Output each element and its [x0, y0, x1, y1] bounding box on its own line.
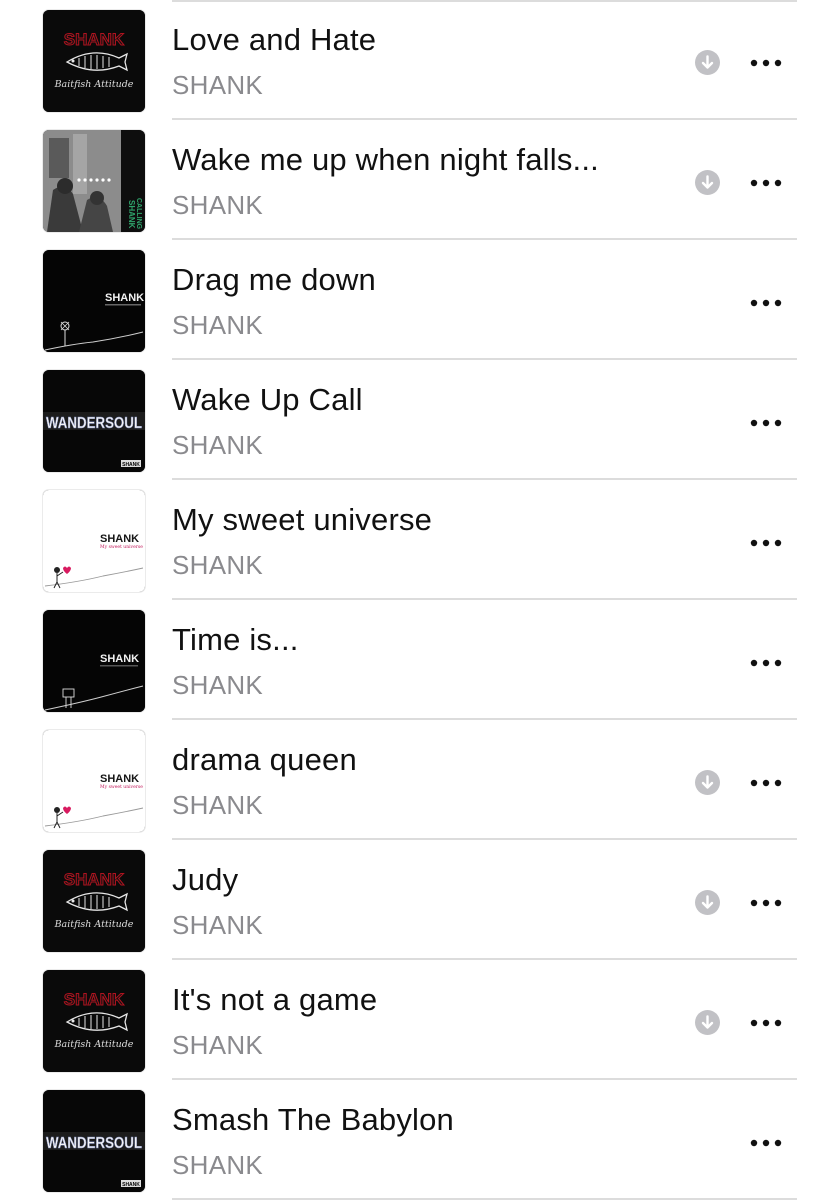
album-art-subtitle: Baitfish Attitude [54, 1039, 134, 1050]
album-artwork[interactable]: SHANK My sweet universe [43, 490, 145, 592]
song-row[interactable]: SHANK Baitfish Attitude Love and Hate SH… [0, 0, 840, 120]
album-artwork[interactable]: SHANK [43, 250, 145, 352]
song-artist: SHANK [172, 790, 264, 820]
more-options-button[interactable] [747, 176, 787, 190]
album-art-wordmark: WANDERSOUL [46, 1135, 142, 1152]
album-art-subtitle: Baitfish Attitude [54, 919, 134, 930]
song-artist: SHANK [172, 190, 264, 220]
song-title: Time is... [172, 622, 299, 657]
album-art-wordmark: SHANK [64, 870, 125, 889]
song-title: My sweet universe [172, 502, 433, 537]
more-options-button[interactable] [747, 776, 787, 790]
song-row[interactable]: SHANK Baitfish Attitude It's not a game … [0, 960, 840, 1080]
album-art-subtitle: Baitfish Attitude [54, 79, 134, 90]
album-artwork[interactable]: WANDERSOUL SHANK [43, 370, 145, 472]
download-icon [695, 1010, 720, 1035]
song-artist: SHANK [172, 910, 264, 940]
song-title: It's not a game [172, 982, 378, 1017]
album-art-wordmark: SHANK [100, 653, 139, 665]
more-options-button[interactable] [747, 56, 787, 70]
more-options-icon [747, 56, 787, 70]
more-options-icon [747, 1136, 787, 1150]
song-artist: SHANK [172, 670, 264, 700]
song-row[interactable]: SHANK CALLING Wake me up when night fall… [0, 120, 840, 240]
song-artist: SHANK [172, 1150, 264, 1180]
song-title: Wake Up Call [172, 382, 363, 417]
more-options-button[interactable] [747, 1016, 787, 1030]
album-art-wordmark: SHANK [100, 773, 139, 785]
download-icon [695, 50, 720, 75]
album-art-subtitle: CALLING [135, 198, 142, 230]
more-options-button[interactable] [747, 896, 787, 910]
more-options-icon [747, 896, 787, 910]
album-artwork[interactable]: SHANK Baitfish Attitude [43, 850, 145, 952]
album-art-wordmark: SHANK [105, 292, 144, 304]
album-artwork[interactable]: SHANK Baitfish Attitude [43, 10, 145, 112]
more-options-icon [747, 296, 787, 310]
more-options-icon [747, 416, 787, 430]
album-artwork[interactable]: SHANK My sweet universe [43, 730, 145, 832]
song-artist: SHANK [172, 310, 264, 340]
song-title: Smash The Babylon [172, 1102, 454, 1137]
song-artist: SHANK [172, 430, 264, 460]
more-options-icon [747, 1016, 787, 1030]
album-art-wordmark: SHANK [100, 533, 139, 545]
song-artist: SHANK [172, 550, 264, 580]
song-row[interactable]: SHANK My sweet universe My sweet univers… [0, 480, 840, 600]
album-artwork[interactable]: SHANK [43, 610, 145, 712]
song-row[interactable]: WANDERSOUL SHANK Smash The Babylon SHANK [0, 1080, 840, 1200]
song-title: Drag me down [172, 262, 376, 297]
album-artwork[interactable]: WANDERSOUL SHANK [43, 1090, 145, 1192]
more-options-icon [747, 536, 787, 550]
album-art-subtitle: My sweet universe [100, 544, 143, 550]
song-title: Love and Hate [172, 22, 377, 57]
album-art-wordmark: WANDERSOUL [46, 415, 142, 432]
album-art-subtitle: SHANK [122, 462, 140, 468]
song-artist: SHANK [172, 1030, 264, 1060]
album-art-wordmark: SHANK [64, 30, 125, 49]
more-options-button[interactable] [747, 656, 787, 670]
song-title: Judy [172, 862, 239, 897]
album-art-wordmark: SHANK [127, 200, 136, 229]
album-artwork[interactable]: SHANK CALLING [43, 130, 145, 232]
more-options-button[interactable] [747, 1136, 787, 1150]
download-icon [695, 170, 720, 195]
download-icon [695, 770, 720, 795]
song-row[interactable]: SHANK Drag me down SHANK [0, 240, 840, 360]
album-art-subtitle: SHANK [122, 1182, 140, 1188]
song-row[interactable]: WANDERSOUL SHANK Wake Up Call SHANK [0, 360, 840, 480]
more-options-icon [747, 656, 787, 670]
more-options-icon [747, 776, 787, 790]
album-art-subtitle: My sweet universe [100, 784, 143, 790]
song-row[interactable]: SHANK My sweet universe drama queen SHAN… [0, 720, 840, 840]
song-row[interactable]: SHANK Time is... SHANK [0, 600, 840, 720]
more-options-icon [747, 176, 787, 190]
song-title: Wake me up when night falls... [172, 142, 599, 177]
more-options-button[interactable] [747, 416, 787, 430]
song-title: drama queen [172, 742, 357, 777]
download-icon [695, 890, 720, 915]
more-options-button[interactable] [747, 536, 787, 550]
more-options-button[interactable] [747, 296, 787, 310]
album-art-wordmark: SHANK [64, 990, 125, 1009]
song-row[interactable]: SHANK Baitfish Attitude Judy SHANK [0, 840, 840, 960]
song-artist: SHANK [172, 70, 264, 100]
album-artwork[interactable]: SHANK Baitfish Attitude [43, 970, 145, 1072]
